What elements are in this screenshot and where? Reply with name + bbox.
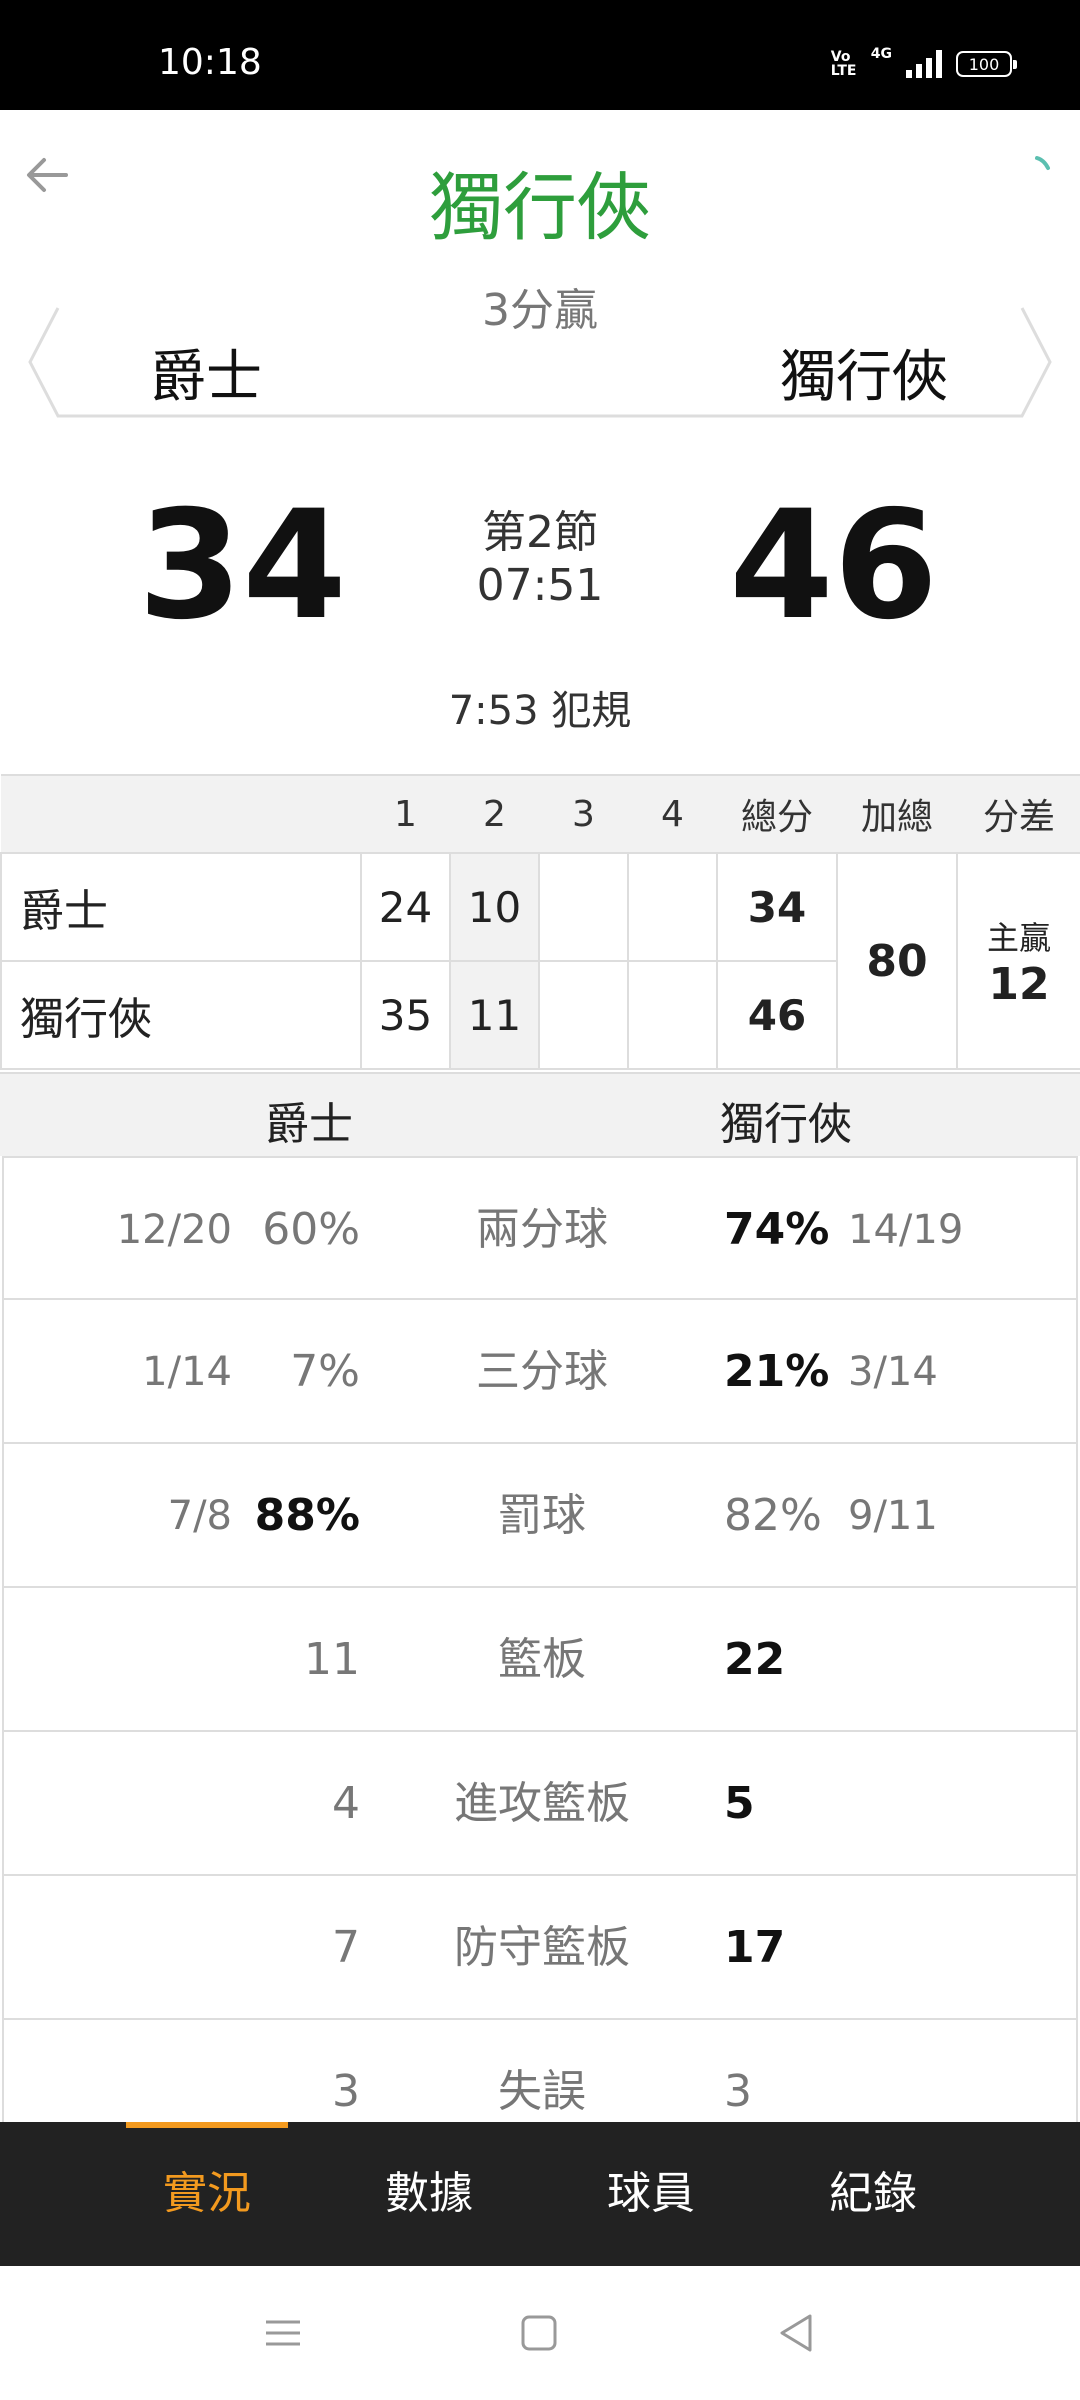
table-row: 爵士 24 10 34 80 主贏 12 <box>0 852 1080 1070</box>
status-icons: Vo LTE 4G 100 <box>830 46 1017 79</box>
column-header: 總分 <box>717 774 837 853</box>
tab-live[interactable]: 實況 <box>96 2122 318 2266</box>
quarter-cell <box>538 960 629 1070</box>
away-stat-value: 17 <box>724 1922 786 1973</box>
combined-total-cell: 80 <box>836 852 958 1070</box>
stat-row: 12/20 60% 兩分球 74% 14/19 <box>2 1156 1078 1300</box>
system-nav-bar <box>0 2266 1080 2400</box>
point-diff-label: 主贏 <box>986 918 1051 957</box>
away-stat-value: 74% <box>724 1204 830 1255</box>
column-header: 4 <box>628 774 717 853</box>
battery-level: 100 <box>968 54 1000 74</box>
stat-label: 失誤 <box>498 2066 586 2117</box>
team-cell: 獨行俠 <box>0 960 362 1070</box>
stat-row: 7/8 88% 罰球 82% 9/11 <box>2 1444 1078 1588</box>
home-team-name[interactable]: 爵士 <box>150 332 262 413</box>
away-score: 46 <box>729 479 938 653</box>
bottom-tab-bar: 實況 數據 球員 紀錄 <box>0 2122 1080 2266</box>
quarter-cell <box>538 852 629 962</box>
column-header: 分差 <box>957 774 1080 853</box>
home-icon[interactable] <box>514 2308 564 2358</box>
tab-records[interactable]: 紀錄 <box>762 2122 984 2266</box>
away-stat-value: 5 <box>724 1778 755 1829</box>
stat-label: 進攻籃板 <box>454 1778 630 1829</box>
quarter-cell: 10 <box>449 852 540 962</box>
table-header-blank <box>1 774 361 853</box>
stat-row: 3 失誤 3 <box>2 2020 1078 2122</box>
away-stat-value: 22 <box>724 1634 786 1685</box>
team-stats-list[interactable]: 12/20 60% 兩分球 74% 14/19 1/14 7% 三分球 21% … <box>0 1156 1080 2122</box>
page-title: 獨行俠 <box>429 165 651 251</box>
column-header: 2 <box>450 774 539 853</box>
column-header: 加總 <box>837 774 957 853</box>
point-diff-value: 12 <box>988 958 1050 1010</box>
quarter-cell <box>627 960 718 1070</box>
tab-stats[interactable]: 數據 <box>318 2122 540 2266</box>
stat-label: 防守籃板 <box>454 1922 630 1973</box>
team-cell: 爵士 <box>0 852 362 962</box>
tab-players[interactable]: 球員 <box>540 2122 762 2266</box>
quarter-cell <box>627 852 718 962</box>
total-cell: 34 <box>716 852 838 962</box>
away-stat-value: 3 <box>724 2066 752 2117</box>
menu-icon[interactable] <box>258 2308 308 2358</box>
battery-icon: 100 <box>956 51 1017 77</box>
last-play: 7:53 犯規 <box>448 688 632 734</box>
back-icon[interactable] <box>772 2308 822 2358</box>
quarter-cell: 24 <box>360 852 451 962</box>
stat-row: 1/14 7% 三分球 21% 3/14 <box>2 1300 1078 1444</box>
stat-row: 4 進攻籃板 5 <box>2 1732 1078 1876</box>
table-header-row: 1 2 3 4 總分 加總 分差 <box>1 774 1080 853</box>
volte-icon: Vo LTE <box>830 49 857 79</box>
point-diff-cell: 主贏 12 <box>956 852 1080 1070</box>
stats-away-team: 獨行俠 <box>720 1099 852 1150</box>
stats-home-team: 爵士 <box>265 1099 353 1150</box>
total-cell: 46 <box>716 960 838 1070</box>
signal-icon <box>906 50 942 78</box>
stats-header: 爵士 獨行俠 <box>0 1072 1080 1156</box>
stat-label: 籃板 <box>498 1634 586 1685</box>
stat-row: 11 籃板 22 <box>2 1588 1078 1732</box>
column-header: 1 <box>361 774 450 853</box>
away-stat-fraction: 14/19 <box>848 1207 964 1253</box>
away-team-name[interactable]: 獨行俠 <box>780 332 948 413</box>
away-stat-fraction: 3/14 <box>848 1349 938 1395</box>
column-header: 3 <box>539 774 628 853</box>
network-type: 4G <box>870 46 892 62</box>
stat-row: 7 防守籃板 17 <box>2 1876 1078 2020</box>
quarter-cell: 35 <box>360 960 451 1070</box>
status-time: 10:18 <box>158 42 262 83</box>
away-stat-value: 21% <box>724 1346 830 1397</box>
quarter-cell: 11 <box>449 960 540 1070</box>
away-stat-fraction: 9/11 <box>848 1493 938 1539</box>
quarter-score-table: 1 2 3 4 總分 加總 分差 爵士 24 10 34 80 主贏 12 獨行… <box>0 774 1080 1070</box>
away-stat-value: 82% <box>724 1490 822 1541</box>
status-bar: 10:18 Vo LTE 4G 100 <box>0 0 1080 110</box>
